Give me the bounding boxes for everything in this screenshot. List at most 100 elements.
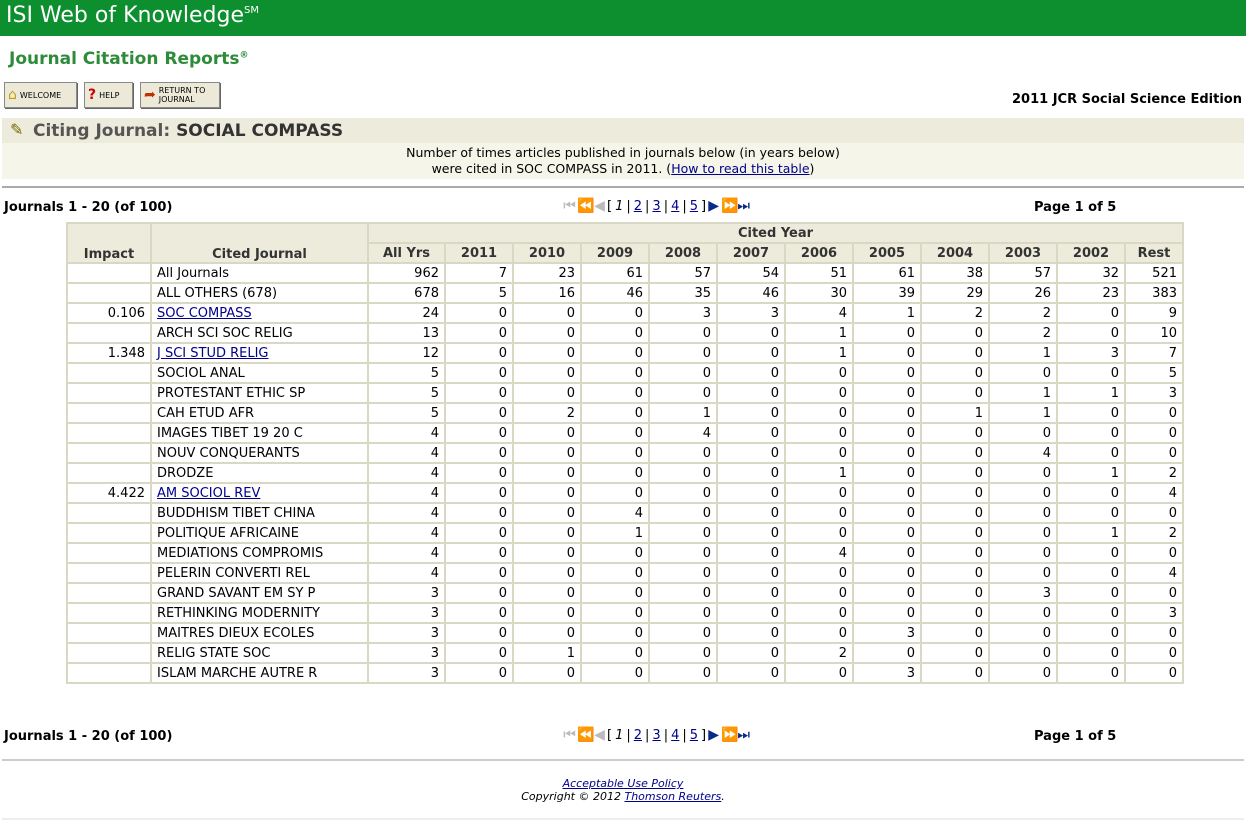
citation-count-cell: 0	[920, 442, 990, 464]
citation-count-cell: 0	[920, 542, 990, 564]
citation-count-cell: 0	[852, 562, 922, 584]
return-label: RETURN TO JOURNAL	[159, 86, 206, 104]
brand-logo[interactable]: ISI Web of KnowledgeSM	[6, 3, 259, 28]
citation-count-cell: 0	[512, 462, 582, 484]
impact-cell	[66, 422, 152, 444]
page-sep: |	[663, 198, 669, 214]
citation-count-cell: 0	[784, 502, 854, 524]
citation-count-cell: 0	[852, 542, 922, 564]
journal-link[interactable]: AM SOCIOL REV	[157, 486, 260, 501]
welcome-button[interactable]: ⌂ WELCOME	[4, 82, 77, 108]
page-link-5[interactable]: 5	[690, 199, 698, 214]
journal-link[interactable]: SOC COMPASS	[157, 306, 252, 321]
cited-journal-header: Cited Journal	[150, 222, 369, 264]
year-header: 2007	[716, 242, 786, 264]
citation-count-cell: 7	[1124, 342, 1184, 364]
citation-count-cell: 0	[716, 622, 786, 644]
next-page-icon[interactable]: ▶	[706, 198, 721, 214]
page-link-5[interactable]: 5	[690, 728, 698, 743]
citation-count-cell: 0	[580, 362, 650, 384]
citation-count-cell: 0	[512, 622, 582, 644]
citation-count-cell: 0	[784, 662, 854, 684]
help-button[interactable]: ? HELP	[84, 82, 133, 108]
citation-count-cell: 0	[444, 662, 514, 684]
citation-count-cell: 3	[367, 642, 446, 664]
citation-count-cell: 0	[648, 582, 718, 604]
impact-cell	[66, 562, 152, 584]
brand-name: ISI Web of Knowledge	[6, 3, 245, 28]
citation-count-cell: 0	[444, 302, 514, 324]
citation-count-cell: 4	[648, 422, 718, 444]
citation-count-cell: 3	[716, 302, 786, 324]
last-page-icon[interactable]: ⏭	[736, 198, 751, 214]
citation-count-cell: 23	[512, 262, 582, 284]
citation-count-cell: 0	[920, 462, 990, 484]
journal-link[interactable]: J SCI STUD RELIG	[157, 346, 269, 361]
citation-count-cell: 4	[1124, 482, 1184, 504]
citation-count-cell: 0	[580, 662, 650, 684]
citation-count-cell: 0	[1056, 662, 1126, 684]
page-link-3[interactable]: 3	[652, 199, 660, 214]
table-row: CAH ETUD AFR 5 0 2 0 1 0 0 0 1 1 0 0	[66, 402, 1184, 424]
description-line1: Number of times articles published in jo…	[406, 145, 840, 160]
citation-count-cell: 0	[648, 622, 718, 644]
citation-count-cell: 51	[784, 262, 854, 284]
citation-count-cell: 1	[852, 302, 922, 324]
page-link-3[interactable]: 3	[652, 728, 660, 743]
citation-count-cell: 0	[512, 502, 582, 524]
citation-count-cell: 0	[1056, 362, 1126, 384]
return-to-journal-button[interactable]: ➦ RETURN TO JOURNAL	[140, 82, 220, 108]
citation-count-cell: 0	[512, 582, 582, 604]
journal-cell: GRAND SAVANT EM SY P	[150, 582, 369, 604]
citation-count-cell: 10	[1124, 322, 1184, 344]
citation-count-cell: 0	[580, 382, 650, 404]
impact-cell	[66, 362, 152, 384]
citation-count-cell: 0	[988, 562, 1058, 584]
citation-count-cell: 0	[920, 582, 990, 604]
edition-label: 2011 JCR Social Science Edition	[1012, 92, 1242, 107]
citation-count-cell: 3	[367, 622, 446, 644]
citation-count-cell: 4	[367, 482, 446, 504]
citation-count-cell: 2	[988, 302, 1058, 324]
citation-count-cell: 0	[920, 382, 990, 404]
table-row: ALL OTHERS (678) 678 5 16 46 35 46 30 39 29 26 23 38…	[66, 282, 1184, 304]
acceptable-use-policy-link[interactable]: Acceptable Use Policy	[563, 777, 684, 790]
page-link-2[interactable]: 2	[634, 728, 642, 743]
divider	[2, 759, 1244, 761]
citation-count-cell: 0	[648, 662, 718, 684]
journal-cell: CAH ETUD AFR	[150, 402, 369, 424]
citation-count-cell: 1	[784, 342, 854, 364]
citation-count-cell: 0	[852, 602, 922, 624]
citation-count-cell: 0	[920, 522, 990, 544]
citation-count-cell: 0	[512, 342, 582, 364]
citation-count-cell: 4	[988, 442, 1058, 464]
citation-count-cell: 0	[444, 482, 514, 504]
thomson-reuters-link[interactable]: Thomson Reuters	[624, 790, 721, 803]
citation-count-cell: 4	[784, 542, 854, 564]
product-title: Journal Citation Reports®	[9, 49, 248, 69]
citation-count-cell: 0	[580, 342, 650, 364]
page-link-4[interactable]: 4	[671, 199, 679, 214]
last-page-icon[interactable]: ⏭	[736, 727, 751, 743]
impact-cell	[66, 322, 152, 344]
citation-count-cell: 0	[444, 322, 514, 344]
citation-count-cell: 4	[367, 502, 446, 524]
citation-count-cell: 0	[716, 602, 786, 624]
citation-count-cell: 0	[512, 322, 582, 344]
citation-count-cell: 0	[1056, 622, 1126, 644]
citation-count-cell: 0	[580, 562, 650, 584]
citation-count-cell: 0	[988, 662, 1058, 684]
page-sep: |	[645, 198, 650, 214]
citation-count-cell: 0	[852, 522, 922, 544]
page-link-4[interactable]: 4	[671, 728, 679, 743]
citation-count-cell: 1	[988, 402, 1058, 424]
next-page-icon[interactable]: ▶	[706, 727, 721, 743]
citation-count-cell: 0	[444, 442, 514, 464]
page-link-2[interactable]: 2	[634, 199, 642, 214]
table-row: All Journals 962 7 23 61 57 54 51 61 38 57 32 521	[66, 262, 1184, 284]
citation-count-cell: 0	[1056, 582, 1126, 604]
citation-count-cell: 0	[444, 542, 514, 564]
journal-cell: NOUV CONQUERANTS	[150, 442, 369, 464]
impact-cell	[66, 522, 152, 544]
how-to-read-link[interactable]: How to read this table	[671, 161, 809, 176]
